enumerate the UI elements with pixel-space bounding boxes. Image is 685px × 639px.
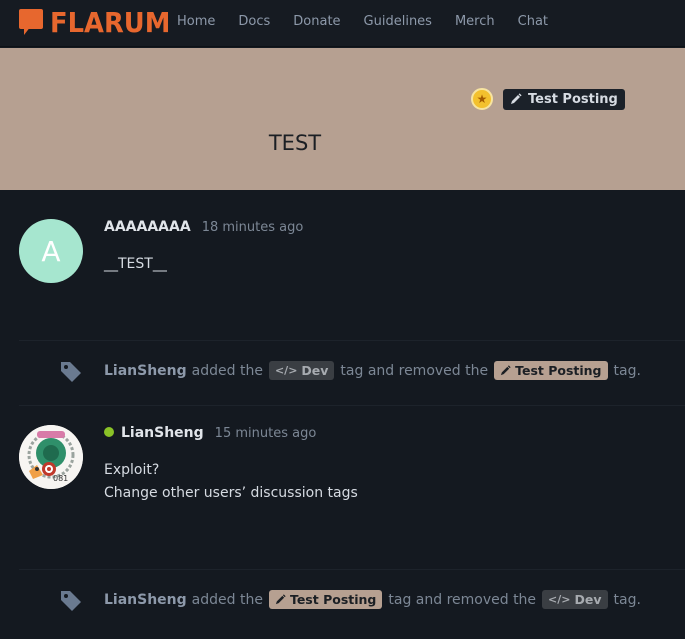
divider — [19, 405, 685, 406]
event-username[interactable]: LianSheng — [104, 592, 187, 608]
flarum-logo[interactable]: FLARUM — [19, 5, 181, 39]
tag-test-posting[interactable]: Test Posting — [494, 361, 608, 380]
post-username[interactable]: AAAAAAAA — [104, 219, 191, 235]
tag-dev[interactable]: </> Dev — [542, 590, 608, 609]
tag-label: Dev — [301, 363, 329, 378]
post-header: AAAAAAAA 18 minutes ago — [104, 219, 303, 235]
discussion-title: TEST — [268, 131, 322, 155]
nav-docs[interactable]: Docs — [238, 14, 270, 29]
hero-tag-label: Test Posting — [528, 91, 618, 107]
top-navbar: FLARUM Home Docs Donate Guidelines Merch… — [0, 0, 685, 47]
tag-label: Dev — [574, 592, 602, 607]
code-icon: </> — [274, 364, 298, 377]
post-line: Change other users’ discussion tags — [104, 485, 358, 501]
avatar-image: 081 — [19, 425, 83, 489]
event-username[interactable]: LianSheng — [104, 363, 187, 379]
star-icon: ★ — [471, 88, 493, 110]
main-nav: Home Docs Donate Guidelines Merch Chat — [177, 14, 571, 29]
tag-dev[interactable]: </> Dev — [268, 361, 335, 380]
code-icon: </> — [548, 593, 571, 606]
post-username[interactable]: LianSheng — [121, 425, 204, 441]
hero-tags: ★ Test Posting — [471, 88, 625, 110]
nav-home[interactable]: Home — [177, 14, 215, 29]
event-text-part: tag. — [613, 591, 641, 608]
tag-icon — [61, 362, 81, 382]
svg-text:081: 081 — [53, 474, 68, 483]
event-text-part: tag. — [613, 362, 641, 379]
event-text-part: tag and removed the — [388, 591, 537, 608]
discussion-hero: ★ Test Posting TEST — [0, 48, 685, 190]
nav-merch[interactable]: Merch — [455, 14, 495, 29]
nav-donate[interactable]: Donate — [293, 14, 340, 29]
post-body: Exploit? Change other users’ discussion … — [104, 459, 358, 505]
event-text-part: added the — [191, 591, 263, 608]
event-item: LianSheng added the Test Posting tag and… — [0, 584, 685, 614]
avatar[interactable]: 081 — [19, 425, 83, 489]
event-text: LianSheng added the </> Dev tag and remo… — [104, 361, 647, 380]
post-time[interactable]: 15 minutes ago — [215, 426, 317, 441]
avatar[interactable]: A — [19, 219, 83, 283]
tag-icon — [61, 591, 81, 611]
post-line: Exploit? — [104, 462, 160, 478]
divider — [19, 340, 685, 341]
nav-chat[interactable]: Chat — [518, 14, 548, 29]
pencil-icon — [501, 365, 511, 376]
flarum-logo-icon — [19, 9, 45, 35]
event-text: LianSheng added the Test Posting tag and… — [104, 590, 647, 609]
pencil-icon — [511, 93, 522, 104]
post-line: __TEST__ — [104, 256, 167, 272]
tag-label: Test Posting — [515, 363, 602, 378]
logo-text: FLARUM — [50, 5, 171, 39]
post-item: A AAAAAAAA 18 minutes ago __TEST__ — [0, 219, 685, 283]
event-text-part: tag and removed the — [340, 362, 489, 379]
post-body: __TEST__ — [104, 253, 167, 276]
event-text-part: added the — [191, 362, 263, 379]
online-indicator — [104, 427, 114, 437]
pencil-icon — [275, 594, 286, 605]
tag-test-posting[interactable]: Test Posting — [268, 590, 383, 609]
tag-label: Test Posting — [289, 592, 377, 607]
nav-guidelines[interactable]: Guidelines — [364, 14, 432, 29]
event-item: LianSheng added the </> Dev tag and remo… — [0, 355, 685, 385]
hero-tag-test-posting[interactable]: Test Posting — [503, 88, 625, 110]
post-item: 081 LianSheng 15 minutes ago Exploit? Ch… — [0, 425, 685, 525]
post-time[interactable]: 18 minutes ago — [202, 220, 304, 235]
post-header: LianSheng 15 minutes ago — [104, 425, 316, 441]
divider — [19, 569, 685, 570]
